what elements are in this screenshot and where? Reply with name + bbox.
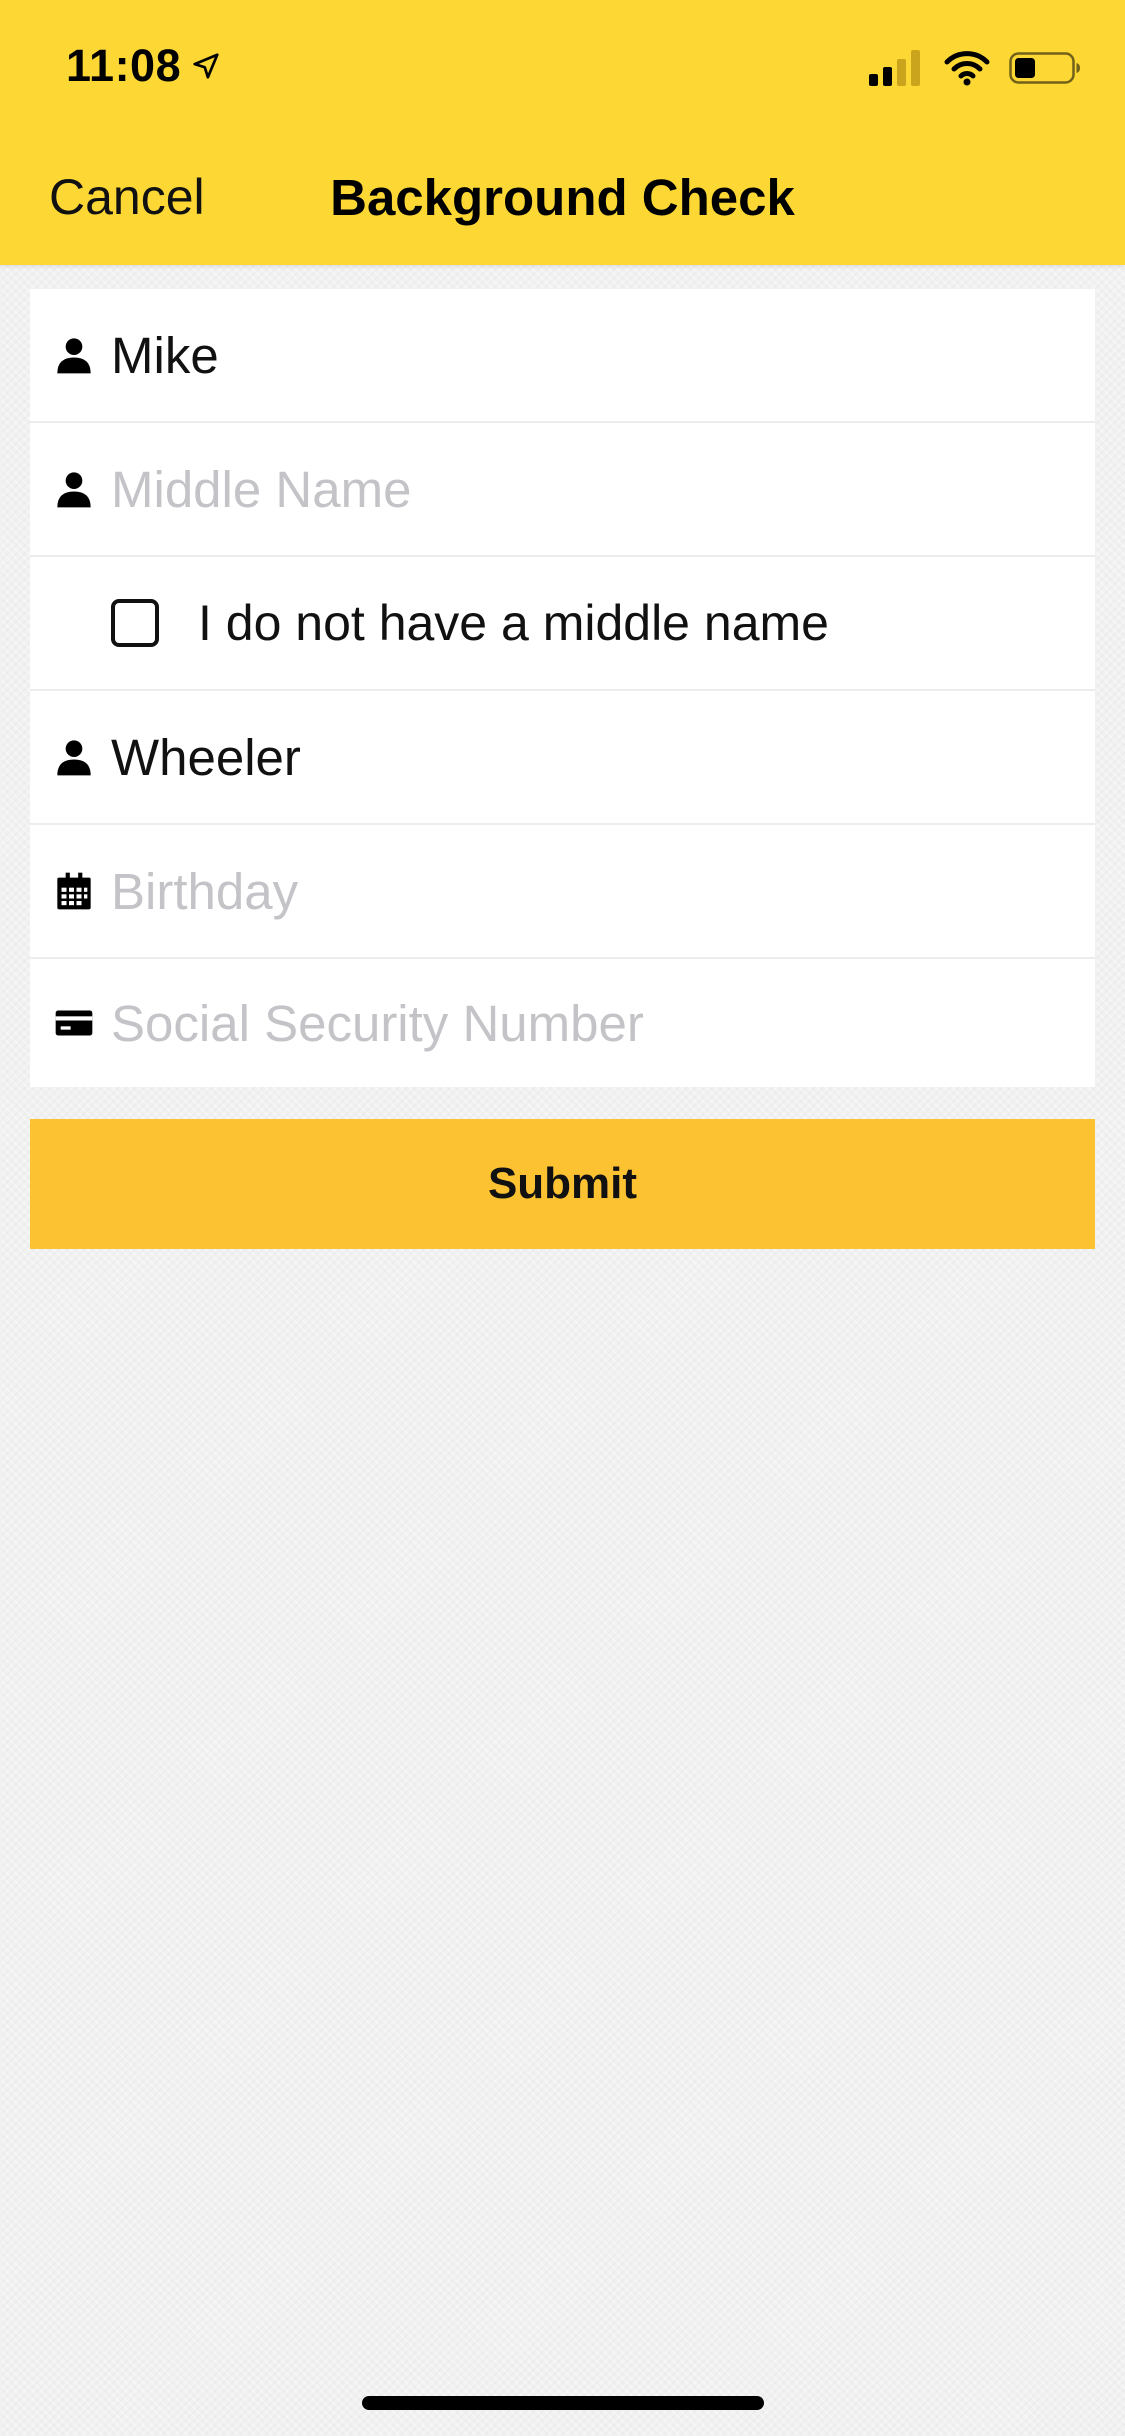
- home-indicator: [362, 2396, 764, 2410]
- page-title: Background Check: [330, 169, 795, 226]
- cellular-signal-icon: [869, 50, 920, 86]
- birthday-field[interactable]: [111, 861, 1071, 921]
- last-name-row: [30, 691, 1095, 825]
- calendar-icon: [57, 872, 91, 910]
- middle-name-field[interactable]: [111, 459, 1071, 519]
- location-arrow-icon: [193, 53, 219, 79]
- status-bar-icons: [869, 50, 1081, 86]
- submit-button[interactable]: Submit: [30, 1119, 1095, 1249]
- no-middle-name-checkbox[interactable]: [111, 599, 159, 647]
- status-time-text: 11:08: [66, 40, 182, 91]
- last-name-field[interactable]: [111, 727, 1071, 787]
- ssn-row: [30, 959, 1095, 1087]
- middle-name-row: [30, 423, 1095, 557]
- background-check-form: I do not have a middle name: [30, 289, 1095, 1087]
- person-icon: [57, 472, 91, 508]
- battery-icon: [1009, 52, 1080, 84]
- first-name-row: [30, 289, 1095, 423]
- no-middle-name-label: I do not have a middle name: [198, 595, 829, 651]
- nav-header: 11:08 Cancel Background Check: [0, 0, 1125, 265]
- person-icon: [57, 740, 91, 776]
- status-bar-time: 11:08: [66, 40, 221, 92]
- first-name-field[interactable]: [111, 325, 1071, 385]
- person-icon: [57, 338, 91, 374]
- wifi-icon: [944, 51, 990, 86]
- ssn-field[interactable]: [111, 993, 1071, 1053]
- no-middle-name-row[interactable]: I do not have a middle name: [30, 557, 1095, 691]
- birthday-row: [30, 825, 1095, 959]
- id-card-icon: [55, 1010, 93, 1036]
